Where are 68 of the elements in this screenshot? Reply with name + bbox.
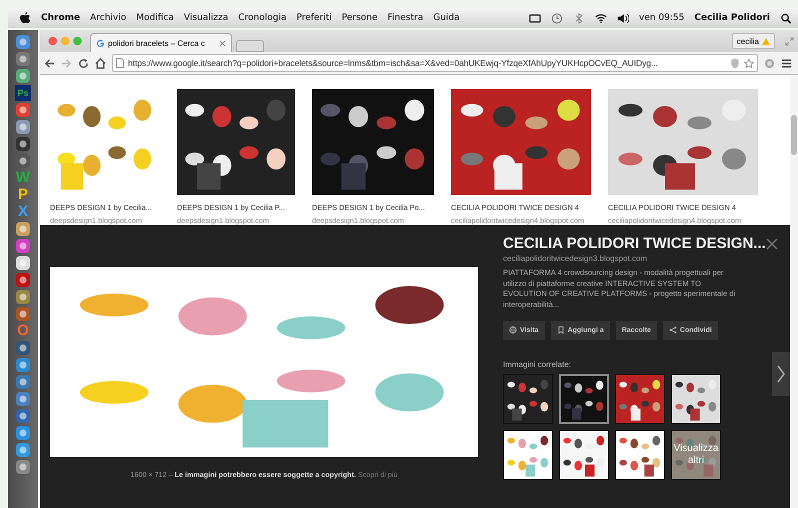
address-bar[interactable]: https://www.google.it/search?q=polidori+bracelets&source=lnms&tbm=isch&sa=X&ved=0ahUKEwjq-YfzqeXfAhUpyYUKHcpOCvEQ_AUIDyg... — [112, 54, 758, 72]
preview-source[interactable]: ceciliapolidoritwicedesign3.blogspot.com — [503, 254, 780, 263]
menu-item[interactable]: Visualizza — [184, 13, 228, 23]
menu-item[interactable]: Finestra — [388, 13, 424, 23]
related-image[interactable] — [615, 374, 665, 424]
app-icon[interactable] — [15, 289, 31, 305]
related-image[interactable] — [671, 374, 721, 424]
app-icon[interactable] — [15, 442, 31, 458]
volume-icon[interactable] — [617, 12, 630, 24]
app-icon[interactable]: Ps — [15, 85, 31, 101]
globe-icon — [509, 326, 517, 334]
share-icon — [668, 326, 677, 334]
app-icon[interactable] — [15, 238, 31, 254]
menu-item[interactable]: Chrome — [41, 13, 80, 23]
search-icon[interactable] — [780, 12, 792, 24]
app-icon[interactable] — [15, 255, 31, 271]
menu-item[interactable]: Preferiti — [296, 13, 332, 23]
app-icon[interactable]: P — [15, 187, 31, 203]
fullscreen-icon[interactable] — [785, 36, 794, 46]
app-icon[interactable] — [15, 119, 31, 135]
close-icon[interactable] — [766, 238, 778, 250]
menu-item[interactable]: Persone — [342, 13, 378, 23]
browser-tab[interactable]: polidori bracelets – Cerca c — [90, 33, 232, 52]
page-icon — [116, 58, 124, 68]
menu-clock[interactable]: ven 09:55 — [639, 13, 684, 23]
profile-button[interactable]: cecilia — [732, 33, 775, 49]
reload-icon[interactable] — [78, 58, 89, 68]
app-icon[interactable] — [15, 459, 31, 475]
menu-item[interactable]: Modifica — [136, 13, 174, 23]
clock-icon[interactable] — [551, 12, 564, 24]
home-icon[interactable] — [95, 58, 106, 68]
app-icon[interactable] — [15, 391, 31, 407]
apple-logo-icon[interactable] — [20, 12, 31, 24]
app-icon[interactable] — [15, 34, 31, 50]
google-g-icon — [96, 38, 105, 48]
app-icon[interactable] — [15, 272, 31, 288]
app-icon[interactable] — [15, 374, 31, 390]
wifi-icon[interactable] — [595, 12, 608, 24]
app-icon[interactable] — [15, 340, 31, 356]
app-icon[interactable] — [15, 357, 31, 373]
app-icon[interactable] — [15, 102, 31, 118]
user-name[interactable]: Cecilia Polidori — [694, 13, 770, 23]
app-icon[interactable] — [15, 408, 31, 424]
menu-item[interactable]: Cronologia — [238, 13, 286, 23]
related-image[interactable] — [503, 430, 553, 480]
related-image[interactable] — [559, 374, 609, 424]
menu-item[interactable]: Guida — [433, 13, 460, 23]
related-image[interactable] — [615, 430, 665, 480]
menu-icon[interactable] — [781, 58, 792, 68]
app-icon[interactable] — [15, 51, 31, 67]
view-more-button[interactable]: Visualizza altri — [672, 430, 720, 478]
related-label: Immagini correlate: — [503, 360, 572, 368]
bluetooth-icon[interactable] — [573, 12, 586, 24]
app-icon[interactable] — [15, 425, 31, 441]
menu-item[interactable]: Archivio — [90, 13, 126, 23]
preview-title[interactable]: CECILIA POLIDORI TWICE DESIGN... — [503, 235, 766, 252]
close-icon[interactable] — [219, 40, 226, 46]
back-icon[interactable] — [44, 58, 55, 68]
bookmark-icon — [556, 326, 565, 334]
scrollbar[interactable] — [790, 75, 798, 508]
warning-icon — [762, 38, 770, 44]
app-icon[interactable] — [15, 136, 31, 152]
app-icon[interactable] — [15, 306, 31, 322]
star-icon[interactable] — [744, 58, 754, 68]
related-image[interactable] — [559, 430, 609, 480]
app-icon[interactable] — [15, 68, 31, 84]
app-icon[interactable] — [15, 221, 31, 237]
related-image[interactable] — [503, 374, 553, 424]
